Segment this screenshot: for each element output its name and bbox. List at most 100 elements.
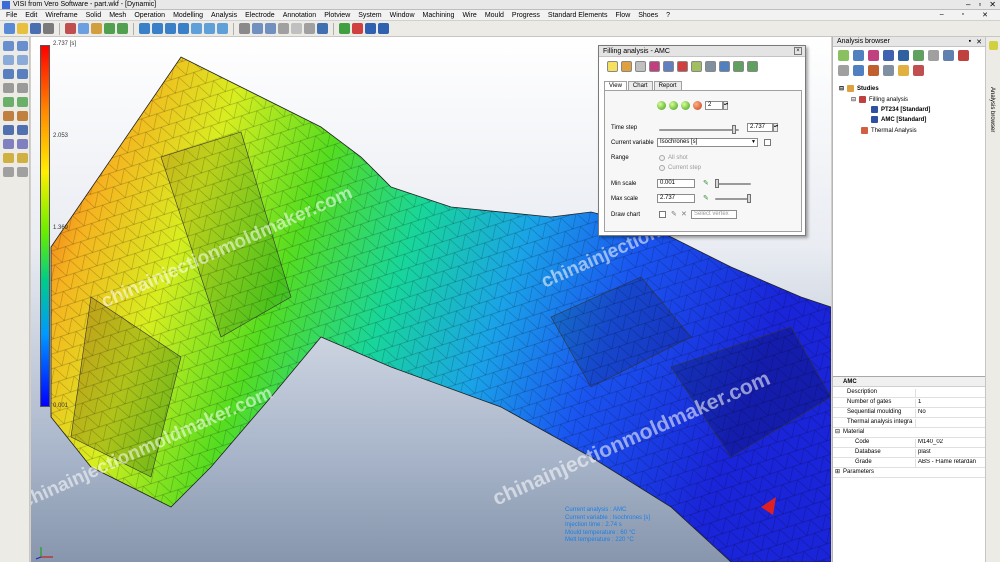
zoom-icon[interactable] xyxy=(191,23,202,34)
layer-icon[interactable] xyxy=(291,23,302,34)
property-value[interactable]: No xyxy=(915,409,985,418)
cut-icon[interactable] xyxy=(65,23,76,34)
cube-icon[interactable] xyxy=(378,23,389,34)
copy-icon[interactable] xyxy=(78,23,89,34)
view-front-icon[interactable] xyxy=(152,23,163,34)
property-row[interactable]: Description xyxy=(833,388,986,398)
menu-progress[interactable]: Progress xyxy=(512,12,540,19)
minimize-button[interactable]: – xyxy=(966,0,970,10)
polyline-icon[interactable] xyxy=(17,69,28,79)
open-folder-icon[interactable] xyxy=(17,23,28,34)
menu-plotview[interactable]: Plotview xyxy=(324,12,350,19)
attribute-icon[interactable] xyxy=(304,23,315,34)
menu-system[interactable]: System xyxy=(358,12,381,19)
property-value[interactable]: M140_02 xyxy=(915,439,985,448)
current-variable-select[interactable]: Isochrones [s] xyxy=(657,138,758,147)
offset-icon[interactable] xyxy=(17,83,28,93)
copy-entity-icon[interactable] xyxy=(17,125,28,135)
variable-options-checkbox[interactable] xyxy=(764,139,771,146)
close-button[interactable]: ✕ xyxy=(989,0,996,10)
layers-icon[interactable] xyxy=(853,65,864,76)
chevron-down-icon[interactable]: ▼ xyxy=(751,139,756,145)
forward-arrow-icon[interactable] xyxy=(17,167,28,177)
view-side-icon[interactable] xyxy=(165,23,176,34)
step-count-spinner[interactable]: ▴▾ xyxy=(723,101,728,110)
property-value[interactable]: ABS - Flame retardan xyxy=(915,459,985,468)
star-icon[interactable] xyxy=(607,61,618,72)
spline-icon[interactable] xyxy=(3,83,14,93)
thermometer-icon[interactable] xyxy=(677,61,688,72)
move-icon[interactable] xyxy=(3,125,14,135)
step-back-icon[interactable] xyxy=(669,101,678,110)
property-value[interactable]: 1 xyxy=(915,399,985,408)
mdi-close-button[interactable]: ✕ xyxy=(982,11,988,19)
chamfer-icon[interactable] xyxy=(17,111,28,121)
scale-icon[interactable] xyxy=(17,139,28,149)
time-step-spinner[interactable]: ▴▾ xyxy=(773,123,778,132)
time-step-slider-handle[interactable] xyxy=(732,125,736,134)
min-scale-field[interactable]: 0.001 xyxy=(657,179,695,188)
collapse-icon[interactable]: ⊟ xyxy=(851,96,856,103)
rotate-icon[interactable] xyxy=(217,23,228,34)
report-icon[interactable] xyxy=(913,65,924,76)
tree-item-filling-analysis[interactable]: ⊟ Filling analysis xyxy=(851,96,908,103)
new-file-icon[interactable] xyxy=(4,23,15,34)
tree-item-amc[interactable]: AMC [Standard] xyxy=(871,116,926,123)
clear-vertex-icon[interactable]: ✕ xyxy=(681,210,687,218)
view-top-icon[interactable] xyxy=(139,23,150,34)
grid-icon[interactable] xyxy=(317,23,328,34)
mirror-icon[interactable] xyxy=(3,139,14,149)
tab-view[interactable]: View xyxy=(604,81,627,90)
tree-item-studies[interactable]: ⊟ Studies xyxy=(839,85,879,92)
box-icon[interactable] xyxy=(898,65,909,76)
wrench-icon[interactable] xyxy=(883,65,894,76)
range-current-step-radio[interactable] xyxy=(659,165,665,171)
menu-annotation[interactable]: Annotation xyxy=(283,12,316,19)
shade-icon[interactable] xyxy=(252,23,263,34)
menu-mould[interactable]: Mould xyxy=(485,12,504,19)
heat-icon[interactable] xyxy=(868,65,879,76)
redo-icon[interactable] xyxy=(117,23,128,34)
maximize-button[interactable]: ▫ xyxy=(978,0,981,10)
pick-value-icon[interactable]: ✎ xyxy=(703,179,709,187)
export-icon[interactable] xyxy=(733,61,744,72)
menu-file[interactable]: File xyxy=(6,12,17,19)
step-count-field[interactable]: 2 xyxy=(705,101,723,110)
tree-item-pt234[interactable]: PT234 [Standard] xyxy=(871,106,930,113)
range-all-shot-radio[interactable] xyxy=(659,155,665,161)
fill-icon[interactable] xyxy=(621,61,632,72)
delete-icon[interactable] xyxy=(958,50,969,61)
mesh-icon[interactable] xyxy=(868,50,879,61)
menu-standard-elements[interactable]: Standard Elements xyxy=(548,12,608,19)
menu-help[interactable]: ? xyxy=(666,12,670,19)
results-icon[interactable] xyxy=(928,50,939,61)
side-tab-label[interactable]: Analysis browser xyxy=(989,87,995,132)
menu-mesh[interactable]: Mesh xyxy=(109,12,126,19)
check-icon[interactable] xyxy=(853,50,864,61)
mdi-minimize-button[interactable]: – xyxy=(940,11,944,19)
mdi-restore-button[interactable]: ▫ xyxy=(962,11,964,19)
tab-chart[interactable]: Chart xyxy=(627,81,653,90)
collapse-icon[interactable]: ⊟ xyxy=(835,428,840,435)
max-scale-field[interactable]: 2.737 xyxy=(657,194,695,203)
browser-tab-icon[interactable] xyxy=(989,41,998,50)
pressure-icon[interactable] xyxy=(691,61,702,72)
tree-item-thermal-analysis[interactable]: Thermal Analysis xyxy=(861,127,917,134)
report-icon[interactable] xyxy=(747,61,758,72)
property-row[interactable]: Code M140_02 xyxy=(833,438,986,448)
menu-window[interactable]: Window xyxy=(390,12,415,19)
new-study-icon[interactable] xyxy=(838,50,849,61)
draw-chart-checkbox[interactable] xyxy=(659,211,666,218)
property-row[interactable]: ⊟ Material xyxy=(833,428,986,438)
section-icon[interactable] xyxy=(365,23,376,34)
material-icon[interactable] xyxy=(883,50,894,61)
menu-shoes[interactable]: Shoes xyxy=(638,12,658,19)
pan-icon[interactable] xyxy=(204,23,215,34)
property-value[interactable] xyxy=(915,389,985,398)
save-icon[interactable] xyxy=(30,23,41,34)
run-icon[interactable] xyxy=(913,50,924,61)
property-value[interactable]: plast xyxy=(915,449,985,458)
circle-icon[interactable] xyxy=(17,55,28,65)
extend-icon[interactable] xyxy=(17,97,28,107)
stop-icon[interactable] xyxy=(693,101,702,110)
